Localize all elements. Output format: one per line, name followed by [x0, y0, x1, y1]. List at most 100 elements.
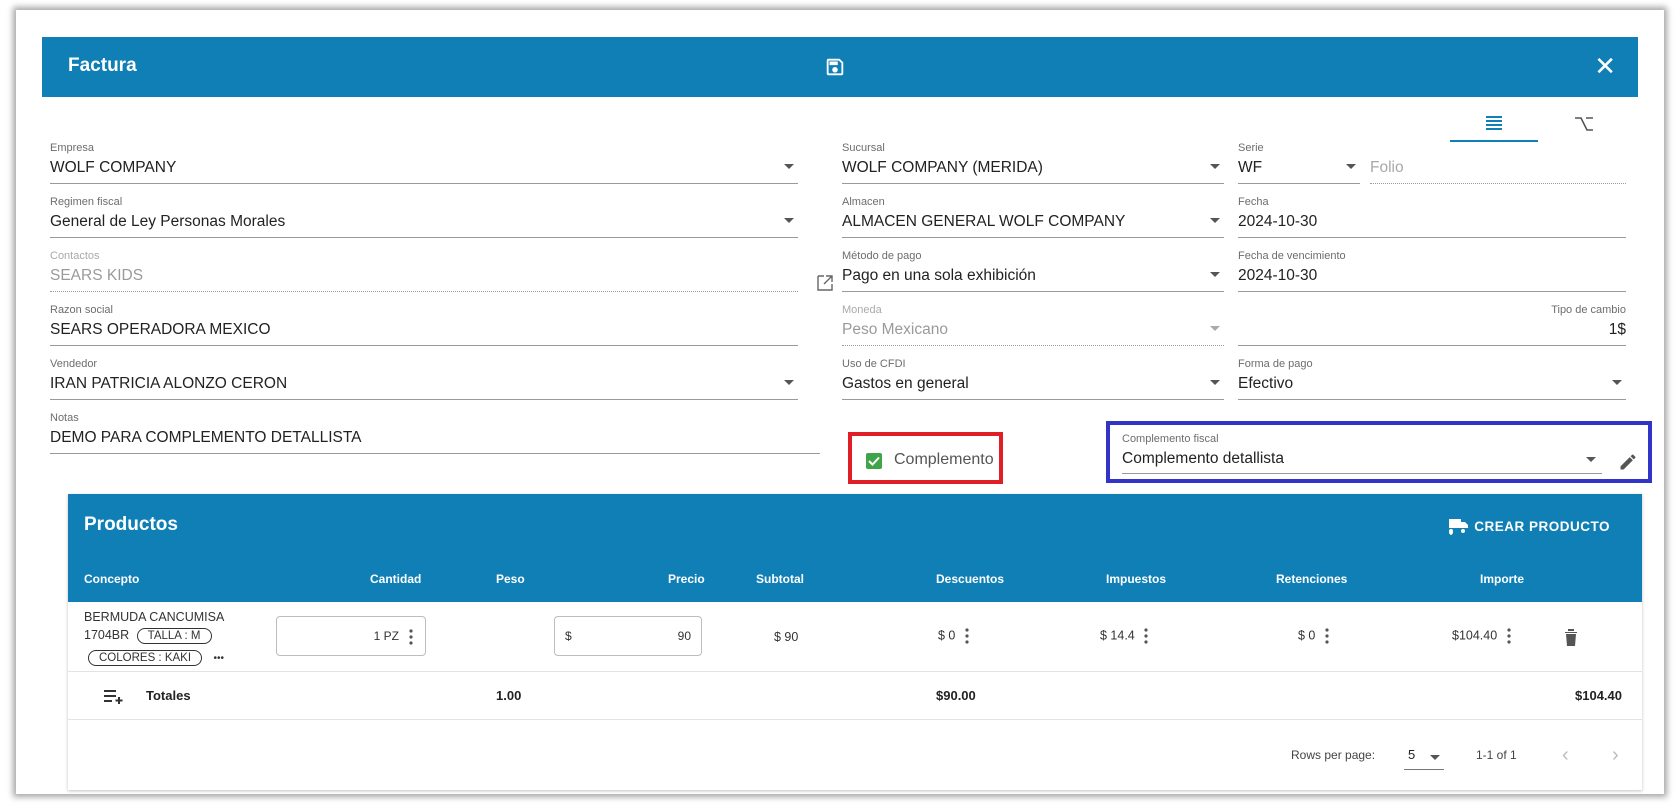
notas-field[interactable]: Notas DEMO PARA COMPLEMENTO DETALLISTA [50, 412, 820, 454]
chevron-down-icon [1346, 164, 1356, 169]
column-header-cantidad[interactable]: Cantidad [370, 572, 421, 586]
razon-social-label: Razon social [50, 304, 113, 316]
attribute-chip-talla: TALLA : M [136, 628, 212, 644]
fecha-field[interactable]: Fecha 2024-10-30 [1238, 196, 1626, 238]
sucursal-label: Sucursal [842, 142, 885, 154]
regimen-field[interactable]: Regimen fiscal General de Ley Personas M… [50, 196, 798, 238]
more-vertical-icon[interactable] [965, 628, 969, 644]
empresa-value: WOLF COMPANY [50, 159, 177, 176]
retenciones-value: $ 0 [1298, 628, 1316, 643]
pagination-range: 1-1 of 1 [1476, 748, 1517, 762]
vendedor-label: Vendedor [50, 358, 98, 370]
vendedor-field[interactable]: Vendedor IRAN PATRICIA ALONZO CERON [50, 358, 798, 400]
razon-social-field[interactable]: Razon social SEARS OPERADORA MEXICO [50, 304, 798, 346]
product-attributes-line: COLORES : KAKI ••• [88, 650, 224, 666]
tab-list-view[interactable] [1450, 106, 1538, 142]
chevron-down-icon [1210, 164, 1220, 169]
contactos-field[interactable]: Contactos SEARS KIDS [50, 250, 798, 292]
complemento-checkbox-label: Complemento [894, 451, 994, 468]
moneda-field[interactable]: Moneda Peso Mexicano [842, 304, 1224, 346]
totals-peso: 1.00 [496, 688, 522, 703]
metodo-pago-value: Pago en una sola exhibición [842, 267, 1036, 284]
product-name: BERMUDA CANCUMISA [84, 610, 225, 624]
complemento-fiscal-underline [1122, 473, 1602, 474]
serie-label: Serie [1238, 142, 1264, 154]
invoice-dialog: Factura ✕ Empresa WOLF COMPANY Sucursal … [16, 10, 1664, 794]
sucursal-value: WOLF COMPANY (MERIDA) [842, 159, 1043, 176]
complemento-checkbox-highlight: Complemento [848, 432, 1003, 484]
column-header-concepto[interactable]: Concepto [84, 572, 139, 586]
tab-option-view[interactable] [1540, 106, 1628, 142]
more-vertical-icon[interactable] [1507, 628, 1511, 644]
uso-cfdi-value: Gastos en general [842, 375, 969, 392]
forma-pago-label: Forma de pago [1238, 358, 1313, 370]
regimen-label: Regimen fiscal [50, 196, 123, 208]
precio-input[interactable]: $ 90 [554, 616, 702, 656]
more-horizontal-icon[interactable]: ••• [214, 653, 225, 664]
column-header-precio[interactable]: Precio [668, 572, 705, 586]
trash-icon[interactable] [1564, 628, 1578, 646]
chevron-down-icon [1210, 272, 1220, 277]
precio-value: 90 [677, 629, 691, 643]
descuentos-value: $ 0 [938, 628, 956, 643]
chevron-down-icon [784, 380, 794, 385]
totals-descuentos: $90.00 [936, 688, 976, 703]
notas-value: DEMO PARA COMPLEMENTO DETALLISTA [50, 429, 362, 446]
column-header-subtotal[interactable]: Subtotal [756, 572, 804, 586]
moneda-label: Moneda [842, 304, 882, 316]
almacen-field[interactable]: Almacen ALMACEN GENERAL WOLF COMPANY [842, 196, 1224, 238]
column-header-importe[interactable]: Importe [1480, 572, 1524, 586]
complemento-fiscal-highlight: Complemento fiscal Complemento detallist… [1106, 421, 1652, 483]
dialog-title: Factura [68, 55, 137, 76]
product-code-line: 1704BR TALLA : M [84, 628, 212, 644]
pencil-icon[interactable] [1618, 452, 1638, 472]
chevron-down-icon [784, 164, 794, 169]
fecha-vencimiento-label: Fecha de vencimiento [1238, 250, 1346, 262]
uso-cfdi-field[interactable]: Uso de CFDI Gastos en general [842, 358, 1224, 400]
totals-row: Totales 1.00 $90.00 $104.40 [68, 672, 1642, 720]
close-icon[interactable]: ✕ [1594, 51, 1616, 81]
chevron-left-icon[interactable]: ‹ [1562, 744, 1569, 767]
column-header-peso[interactable]: Peso [496, 572, 525, 586]
more-vertical-icon[interactable] [1144, 628, 1148, 644]
serie-value: WF [1238, 159, 1263, 176]
sucursal-field[interactable]: Sucursal WOLF COMPANY (MERIDA) [842, 142, 1224, 184]
forma-pago-value: Efectivo [1238, 375, 1294, 392]
forma-pago-field[interactable]: Forma de pago Efectivo [1238, 358, 1626, 400]
chevron-down-icon [1210, 218, 1220, 223]
serie-field[interactable]: Serie WF [1238, 142, 1360, 184]
subtotal-value: $ 90 [774, 630, 799, 644]
chevron-right-icon[interactable]: › [1612, 744, 1619, 767]
complemento-fiscal-value[interactable]: Complemento detallista [1122, 450, 1284, 468]
dialog-header: Factura ✕ [42, 37, 1638, 97]
tipo-cambio-field[interactable]: Tipo de cambio 1$ [1238, 304, 1626, 346]
create-product-button[interactable]: CREAR PRODUCTO [1448, 516, 1610, 536]
more-vertical-icon[interactable] [1325, 628, 1329, 644]
empresa-field[interactable]: Empresa WOLF COMPANY [50, 142, 798, 184]
complemento-checkbox[interactable] [866, 453, 882, 469]
folio-field[interactable]: Folio [1370, 142, 1626, 184]
fecha-vencimiento-field[interactable]: Fecha de vencimiento 2024-10-30 [1238, 250, 1626, 292]
product-code: 1704BR [84, 628, 130, 642]
playlist-add-icon[interactable] [104, 688, 124, 704]
precio-prefix: $ [565, 629, 572, 643]
almacen-label: Almacen [842, 196, 885, 208]
products-card: Productos CREAR PRODUCTO Concepto Cantid… [68, 494, 1642, 790]
products-header: Productos CREAR PRODUCTO Concepto Cantid… [68, 494, 1642, 602]
complemento-fiscal-label: Complemento fiscal [1122, 433, 1219, 445]
rows-per-page-select[interactable]: 5 [1404, 742, 1444, 770]
more-vertical-icon[interactable] [409, 629, 413, 645]
cantidad-input[interactable]: 1 PZ [276, 616, 426, 656]
metodo-pago-field[interactable]: Método de pago Pago en una sola exhibici… [842, 250, 1224, 292]
open-external-icon[interactable] [816, 274, 834, 292]
importe-value: $104.40 [1452, 628, 1498, 643]
column-header-impuestos[interactable]: Impuestos [1106, 572, 1166, 586]
column-header-retenciones[interactable]: Retenciones [1276, 572, 1347, 586]
truck-add-icon [1449, 519, 1469, 535]
column-header-descuentos[interactable]: Descuentos [936, 572, 1004, 586]
notas-label: Notas [50, 412, 79, 424]
razon-social-value: SEARS OPERADORA MEXICO [50, 321, 271, 338]
save-icon[interactable] [824, 56, 846, 78]
chevron-down-icon[interactable] [1586, 457, 1596, 462]
tipo-cambio-value: 1$ [1608, 321, 1626, 338]
